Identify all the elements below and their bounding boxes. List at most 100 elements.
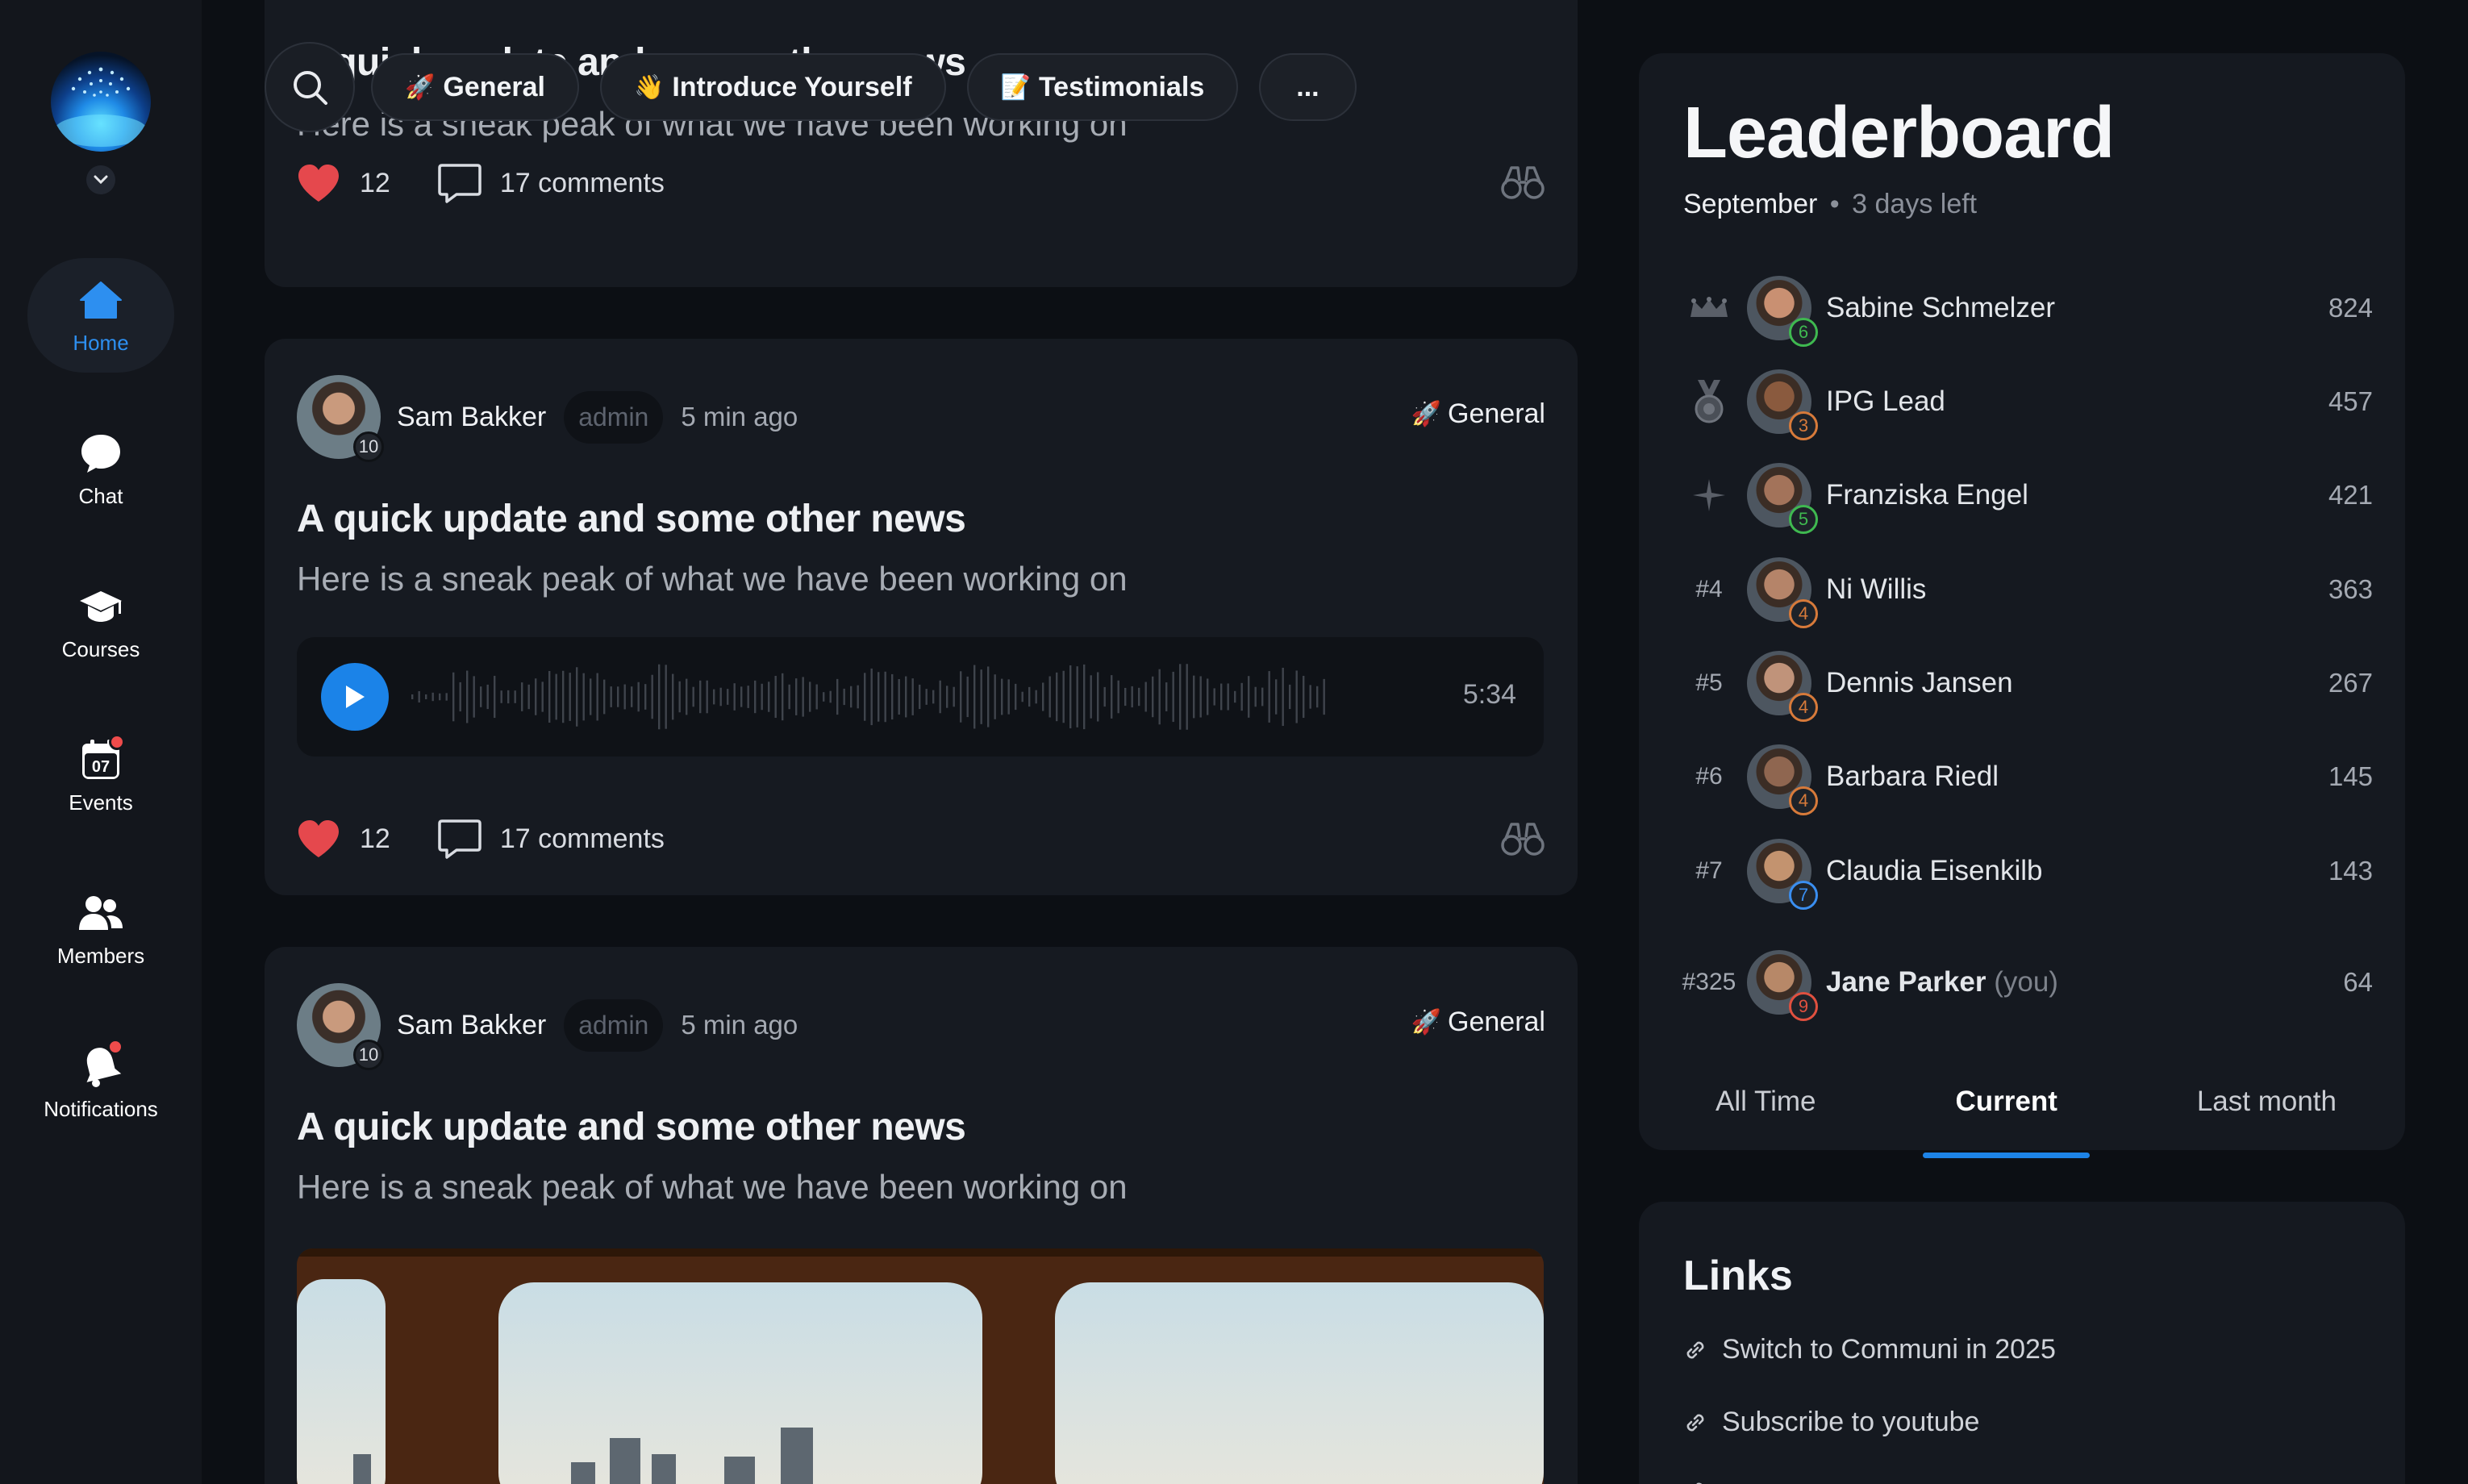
tab-last-month[interactable]: Last month [2165,1086,2369,1158]
sidebar-item-home[interactable]: Home [27,258,174,373]
member-avatar[interactable]: 3 [1747,369,1818,440]
member-points: 143 [2328,856,2373,886]
sidebar-item-label: Courses [61,636,140,661]
sidebar-item-label: Notifications [44,1096,158,1121]
link-label: Subscribe to youtube [1722,1407,1980,1437]
member-level-badge: 4 [1789,599,1818,628]
chip-label: Introduce Yourself [672,71,912,102]
likes-count: 12 [360,167,390,198]
star-icon [1671,477,1747,513]
member-avatar[interactable]: 7 [1747,839,1818,910]
link-item[interactable] [1683,1479,1722,1484]
link-icon [1696,1482,1703,1484]
comments-link[interactable]: 17 comments [500,823,665,855]
link-item[interactable]: Switch to Communi in 2025 [1683,1334,2056,1365]
post-header: 10 Sam Bakker admin 5 min ago [297,981,798,1070]
leaderboard-remaining: 3 days left [1852,189,1978,219]
leaderboard-row[interactable]: #6 4 Barbara Riedl 145 [1671,738,2373,815]
leaderboard-row[interactable]: 6 Sabine Schmelzer 824 [1671,269,2373,347]
leaderboard-row[interactable]: #4 4 Ni Willis 363 [1671,551,2373,628]
link-icon [1686,1414,1704,1431]
tab-all-time[interactable]: All Time [1683,1086,1848,1158]
rocket-icon: 🚀 [405,73,436,101]
community-switcher-chevron-down-icon[interactable] [86,165,115,194]
post-image[interactable] [297,1248,1544,1484]
heart-icon[interactable] [297,163,340,203]
comment-icon[interactable] [437,818,482,860]
member-points: 145 [2328,761,2373,791]
author-avatar[interactable]: 10 [297,983,384,1070]
comment-icon[interactable] [437,162,482,204]
post-card[interactable]: A quick update and some other news Here … [265,0,1578,287]
memo-icon: 📝 [1000,73,1031,101]
leaderboard-row[interactable]: #5 4 Dennis Jansen 267 [1671,644,2373,722]
heart-icon[interactable] [297,819,340,859]
filter-chip-testimonials[interactable]: 📝 Testimonials [966,53,1239,121]
search-button[interactable] [265,42,355,132]
rank-number: #4 [1695,576,1723,602]
category-label: General [1448,1007,1545,1037]
post-header: 10 Sam Bakker admin 5 min ago [297,373,798,462]
leaderboard-title: Leaderboard [1683,93,2115,173]
rank-number: #325 [1682,969,1736,995]
leaderboard-tabs: All Time Current Last month [1683,1086,2369,1158]
post-title[interactable]: A quick update and some other news [297,497,966,541]
member-avatar[interactable]: 4 [1747,557,1818,628]
sidebar-item-courses[interactable]: Courses [27,565,174,679]
audio-duration: 5:34 [1462,679,1516,710]
member-level-badge: 3 [1789,411,1818,440]
post-title[interactable]: A quick update and some other news [297,1105,966,1149]
leaderboard-row[interactable]: #7 7 Claudia Eisenkilb 143 [1671,832,2373,910]
author-level-badge: 10 [353,431,384,462]
sidebar-item-chat[interactable]: Chat [27,411,174,526]
comments-link[interactable]: 17 comments [500,168,665,199]
sidebar-item-notifications[interactable]: Notifications [27,1024,174,1139]
you-indicator: (you) [1986,966,2058,998]
community-logo[interactable] [51,52,151,152]
post-category-tag[interactable]: 🚀 General [1411,1007,1545,1038]
leaderboard-row[interactable]: 3 IPG Lead 457 [1671,363,2373,440]
binoculars-icon[interactable] [1500,819,1545,858]
member-level-badge: 9 [1789,992,1818,1021]
link-item[interactable]: Subscribe to youtube [1683,1407,1979,1438]
member-name: IPG Lead [1826,386,1945,417]
audio-waveform[interactable] [410,657,1329,737]
binoculars-icon[interactable] [1500,163,1545,202]
member-name: Dennis Jansen [1826,667,2013,698]
member-avatar[interactable]: 5 [1747,463,1818,534]
post-card[interactable]: 10 Sam Bakker admin 5 min ago 🚀 General … [265,339,1578,895]
chat-icon [77,429,125,477]
sidebar-nav: Home Chat Courses 07 Events Members Noti… [0,0,202,1484]
rocket-icon: 🚀 [1411,1009,1442,1036]
leaderboard-row[interactable]: 5 Franziska Engel 421 [1671,456,2373,534]
member-avatar[interactable]: 4 [1747,744,1818,815]
author-level-badge: 10 [353,1040,384,1070]
post-category-tag[interactable]: 🚀 General [1411,398,1545,430]
leaderboard-month: September [1683,189,1818,219]
audio-player: 5:34 [297,637,1544,757]
author-name[interactable]: Sam Bakker [397,402,546,433]
links-title: Links [1683,1253,1793,1299]
member-level-badge: 4 [1789,693,1818,722]
sidebar-item-events[interactable]: 07 Events [27,718,174,832]
play-button[interactable] [321,663,389,731]
member-name: Barbara Riedl [1826,761,1999,792]
filter-chip-general[interactable]: 🚀 General [371,53,579,121]
leaderboard-row[interactable]: #325 9 Jane Parker (you) 64 [1671,944,2373,1021]
filter-chip-introduce-yourself[interactable]: 👋 Introduce Yourself [599,53,946,121]
tab-current[interactable]: Current [1923,1086,2091,1158]
member-name: Franziska Engel [1826,479,2028,511]
more-categories-button[interactable]: ... [1259,53,1357,121]
role-badge: admin [564,390,664,444]
author-name[interactable]: Sam Bakker [397,1010,546,1041]
separator-dot: • [1829,189,1840,219]
post-card[interactable]: 10 Sam Bakker admin 5 min ago 🚀 General … [265,947,1578,1484]
author-avatar[interactable]: 10 [297,375,384,462]
leaderboard-panel: Leaderboard September • 3 days left 6 Sab… [1639,53,2405,1158]
member-avatar[interactable]: 6 [1747,276,1818,347]
member-points: 421 [2328,480,2373,510]
member-avatar[interactable]: 9 [1747,950,1818,1021]
sidebar-item-label: Home [73,330,129,355]
member-avatar[interactable]: 4 [1747,651,1818,722]
sidebar-item-members[interactable]: Members [27,871,174,986]
